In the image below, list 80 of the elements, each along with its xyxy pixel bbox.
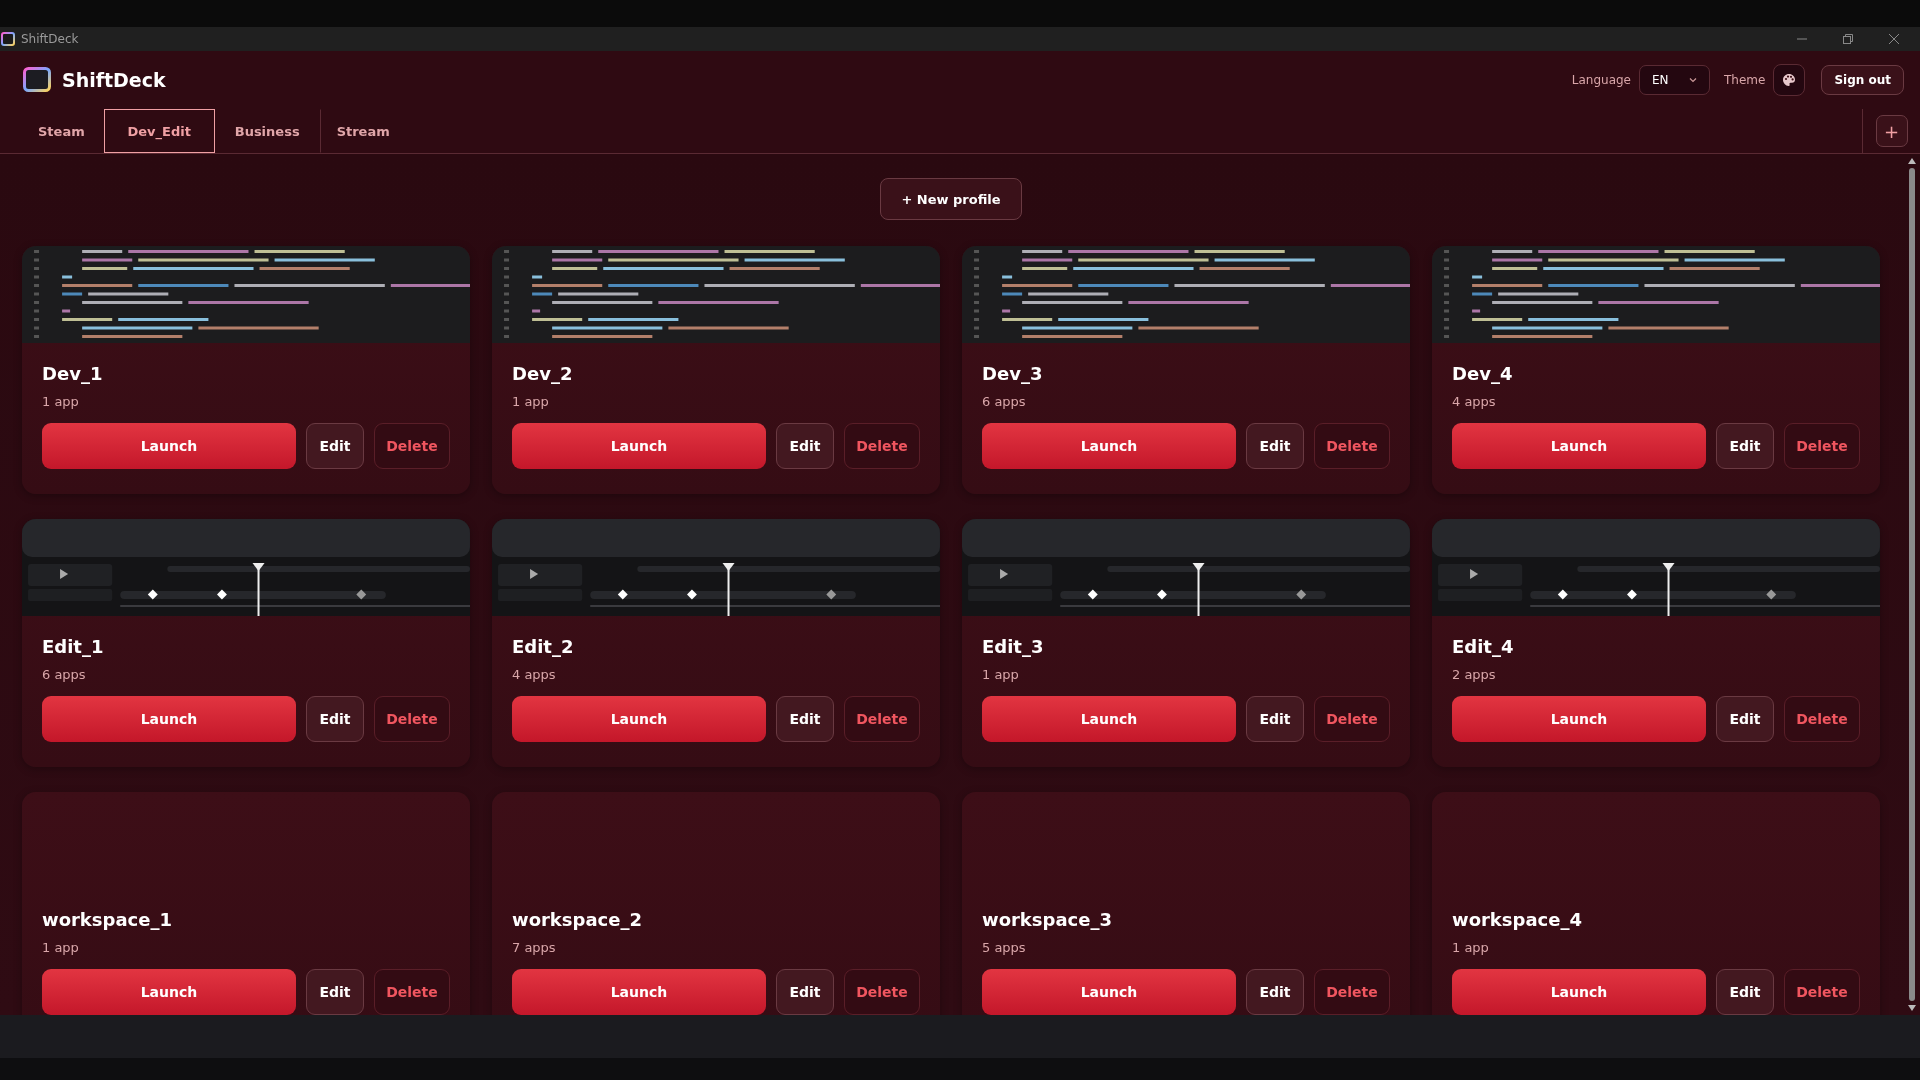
restore-icon[interactable] <box>1842 33 1854 45</box>
launch-button[interactable]: Launch <box>42 696 296 742</box>
app-count: 7 apps <box>512 940 557 955</box>
app-count: 6 apps <box>42 667 87 682</box>
launch-button[interactable]: Launch <box>1452 969 1706 1015</box>
close-icon[interactable] <box>1888 33 1900 45</box>
edit-button[interactable]: Edit <box>776 423 834 469</box>
chevron-down-icon <box>1689 77 1697 83</box>
launch-button[interactable]: Launch <box>1452 696 1706 742</box>
profile-name: Dev_3 <box>982 363 1044 384</box>
profile-name: workspace_3 <box>982 909 1113 930</box>
edit-button[interactable]: Edit <box>1716 969 1774 1015</box>
app-count: 1 app <box>42 394 80 409</box>
app-name: ShiftDeck <box>62 69 166 91</box>
profile-name: Dev_2 <box>512 363 574 384</box>
profile-tab[interactable]: Stream <box>319 109 408 153</box>
profile-name: workspace_4 <box>1452 909 1583 930</box>
edit-button[interactable]: Edit <box>1246 969 1304 1015</box>
app-count: 4 apps <box>512 667 557 682</box>
delete-button[interactable]: Delete <box>1314 969 1390 1015</box>
delete-button[interactable]: Delete <box>1314 696 1390 742</box>
delete-button[interactable]: Delete <box>1784 423 1860 469</box>
edit-button[interactable]: Edit <box>306 696 364 742</box>
delete-button[interactable]: Delete <box>1784 969 1860 1015</box>
app-count: 5 apps <box>982 940 1027 955</box>
delete-button[interactable]: Delete <box>844 423 920 469</box>
edit-button[interactable]: Edit <box>1246 696 1304 742</box>
app-count: 1 app <box>42 940 80 955</box>
profile-name: workspace_1 <box>42 909 173 930</box>
edit-button[interactable]: Edit <box>306 969 364 1015</box>
app-count: 4 apps <box>1452 394 1497 409</box>
profile-name: Dev_1 <box>42 363 104 384</box>
delete-button[interactable]: Delete <box>374 696 450 742</box>
delete-button[interactable]: Delete <box>844 969 920 1015</box>
edit-button[interactable]: Edit <box>1246 423 1304 469</box>
launch-button[interactable]: Launch <box>512 423 766 469</box>
sign-out-button[interactable]: Sign out <box>1821 65 1904 95</box>
edit-button[interactable]: Edit <box>1716 423 1774 469</box>
launch-button[interactable]: Launch <box>982 696 1236 742</box>
edit-button[interactable]: Edit <box>776 969 834 1015</box>
new-profile-button[interactable]: + New profile <box>880 178 1022 220</box>
palette-icon <box>1782 73 1797 87</box>
edit-button[interactable]: Edit <box>1716 696 1774 742</box>
profile-name: Edit_1 <box>42 636 105 657</box>
theme-button[interactable] <box>1773 64 1806 96</box>
launch-button[interactable]: Launch <box>1452 423 1706 469</box>
window-title: ShiftDeck <box>21 32 79 46</box>
profile-name: Dev_4 <box>1452 363 1514 384</box>
profile-tab[interactable]: Business <box>214 109 320 153</box>
launch-button[interactable]: Launch <box>982 969 1236 1015</box>
app-count: 2 apps <box>1452 667 1497 682</box>
language-dropdown[interactable]: EN <box>1639 65 1710 95</box>
launch-button[interactable]: Launch <box>42 423 296 469</box>
delete-button[interactable]: Delete <box>1784 696 1860 742</box>
app-logo-icon <box>22 65 52 95</box>
app-count: 1 app <box>982 667 1020 682</box>
profile-name: Edit_3 <box>982 636 1045 657</box>
app-count: 1 app <box>512 394 550 409</box>
delete-button[interactable]: Delete <box>1314 423 1390 469</box>
theme-label: Theme <box>1724 73 1766 87</box>
profile-name: Edit_2 <box>512 636 575 657</box>
app-count: 1 app <box>1452 940 1490 955</box>
edit-button[interactable]: Edit <box>306 423 364 469</box>
launch-button[interactable]: Launch <box>42 969 296 1015</box>
profile-name: Edit_4 <box>1452 636 1515 657</box>
scroll-down-icon[interactable] <box>1908 1005 1916 1011</box>
delete-button[interactable]: Delete <box>374 969 450 1015</box>
launch-button[interactable]: Launch <box>512 969 766 1015</box>
delete-button[interactable]: Delete <box>844 696 920 742</box>
profile-tab[interactable]: Dev_Edit <box>103 109 215 153</box>
delete-button[interactable]: Delete <box>374 423 450 469</box>
scroll-up-icon[interactable] <box>1908 158 1916 164</box>
add-tab-button[interactable]: + <box>1875 115 1908 147</box>
language-label: Language <box>1571 73 1631 87</box>
launch-button[interactable]: Launch <box>512 696 766 742</box>
app-count: 6 apps <box>982 394 1027 409</box>
profile-tab[interactable]: Steam <box>0 109 104 153</box>
launch-button[interactable]: Launch <box>982 423 1236 469</box>
profile-name: workspace_2 <box>512 909 643 930</box>
edit-button[interactable]: Edit <box>776 696 834 742</box>
